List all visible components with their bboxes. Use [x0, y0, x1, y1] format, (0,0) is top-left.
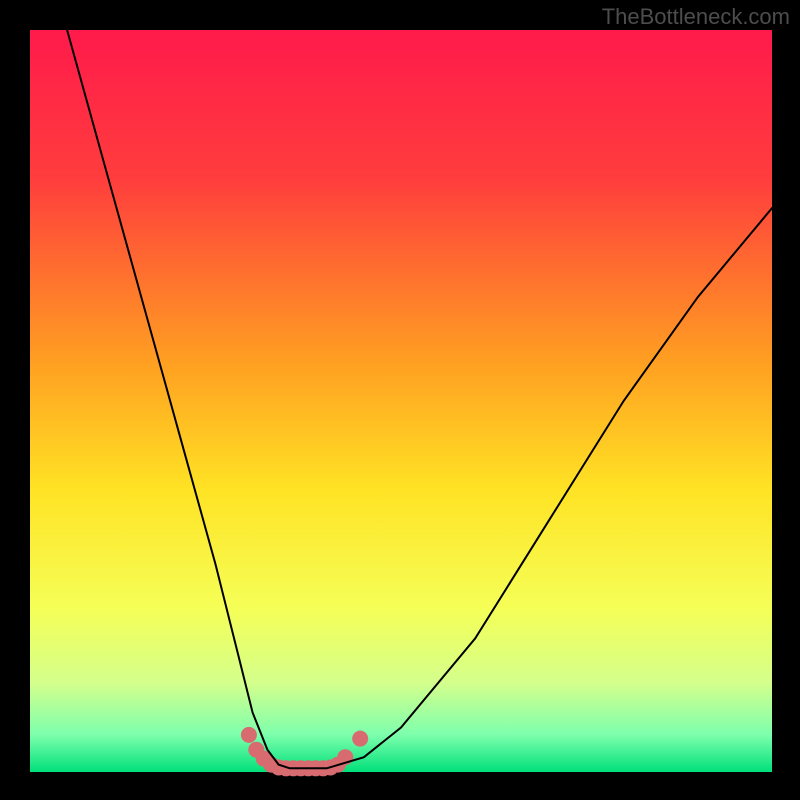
watermark-text: TheBottleneck.com [602, 4, 790, 30]
chart-container: TheBottleneck.com [0, 0, 800, 800]
bottleneck-chart [0, 0, 800, 800]
plot-background [30, 30, 772, 772]
valley-marker [352, 731, 368, 747]
valley-marker [241, 727, 257, 743]
